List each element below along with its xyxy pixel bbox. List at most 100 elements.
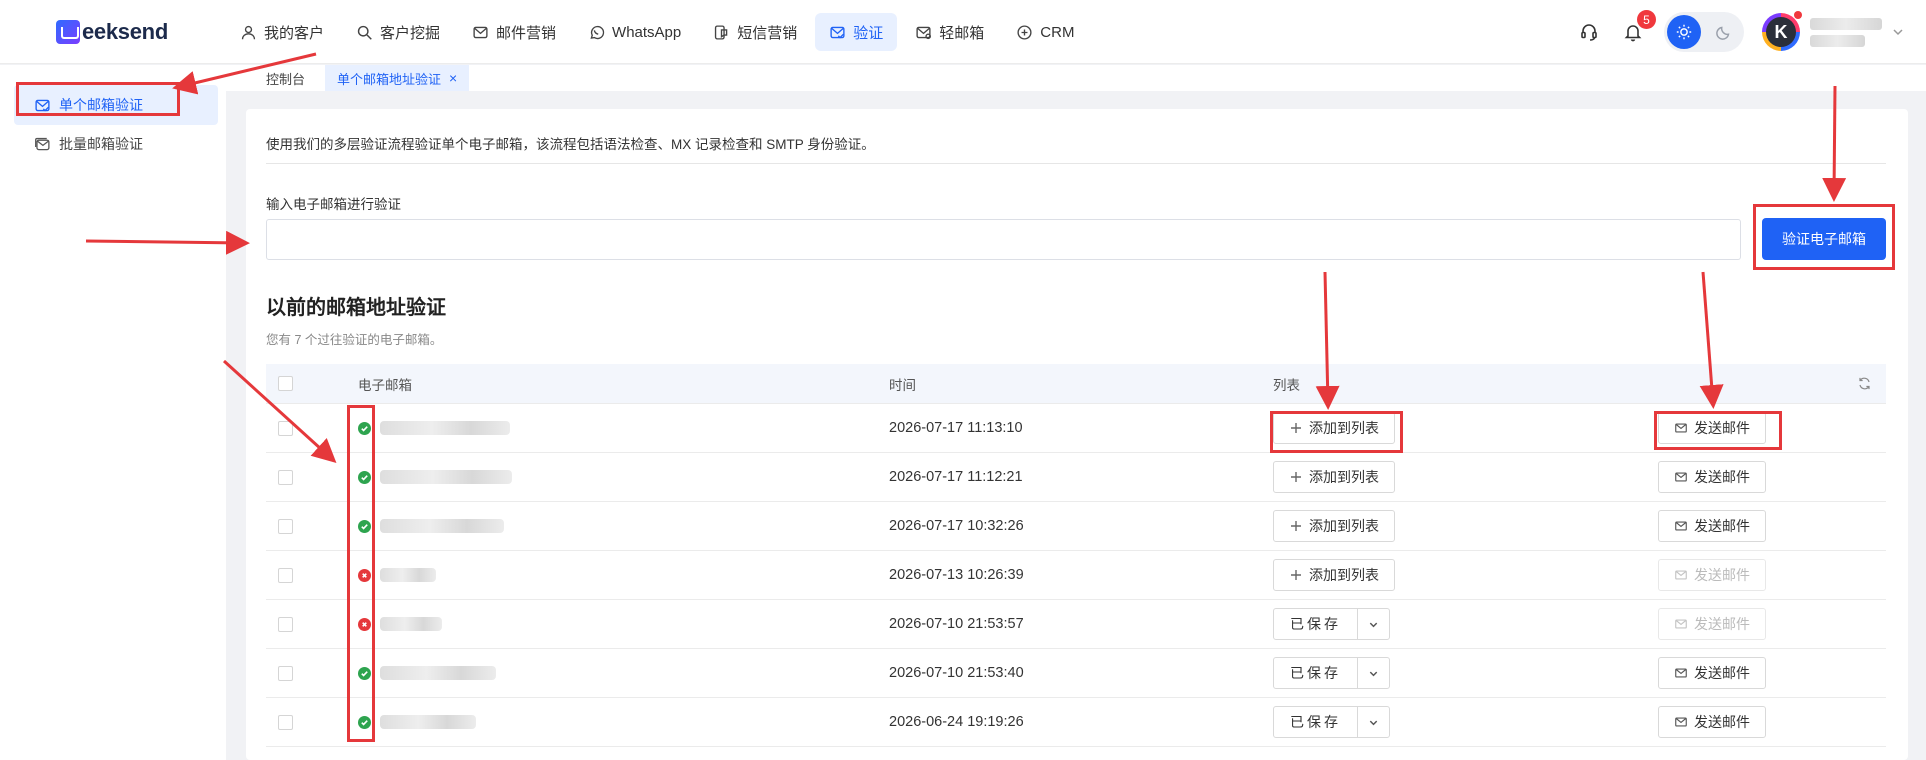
table-row: 2026-07-17 11:12:21 添加到列表 发送邮件	[266, 453, 1886, 502]
row-checkbox[interactable]	[278, 714, 293, 730]
add-to-list-button[interactable]: 添加到列表	[1273, 559, 1395, 591]
nav-item-my-customers[interactable]: 我的客户	[226, 13, 338, 51]
verify-email-button[interactable]: 验证电子邮箱	[1762, 218, 1886, 260]
nav-label: 客户挖掘	[380, 24, 441, 42]
whatsapp-icon	[590, 25, 605, 39]
customer-service-icon[interactable]	[1576, 19, 1602, 45]
envelope-icon	[1675, 717, 1687, 727]
main-card: 使用我们的多层验证流程验证单个电子邮箱，该流程包括语法检查、MX 记录检查和 S…	[246, 109, 1908, 760]
send-email-label: 发送邮件	[1694, 665, 1750, 681]
table-header: 电子邮箱 时间 列表	[266, 364, 1886, 404]
nav-label: 验证	[853, 24, 884, 42]
send-email-button[interactable]: 发送邮件	[1658, 461, 1766, 493]
nav-label: 轻邮箱	[939, 24, 985, 42]
send-email-button[interactable]: 发送邮件	[1658, 657, 1766, 689]
saved-button[interactable]: 已保存	[1274, 658, 1357, 688]
plus-icon	[1291, 521, 1301, 531]
chevron-down-icon[interactable]	[1357, 609, 1389, 639]
tab-label: 控制台	[266, 71, 306, 87]
envelope-icon	[1675, 472, 1687, 482]
valid-check-icon	[358, 715, 371, 729]
table-row: 2026-06-24 19:19:26 已保存 发送邮件	[266, 698, 1886, 747]
column-header-time: 时间	[889, 377, 916, 393]
theme-toggle[interactable]	[1664, 12, 1744, 52]
send-email-button[interactable]: 发送邮件	[1658, 559, 1766, 591]
nav-item-light-mailbox[interactable]: 轻邮箱	[901, 13, 998, 51]
plus-icon	[1291, 472, 1301, 482]
table-row: 2026-07-17 11:13:10 添加到列表 发送邮件	[266, 404, 1886, 453]
envelope-icon	[1675, 570, 1687, 580]
moon-icon[interactable]	[1707, 15, 1741, 49]
table-row: 2026-07-13 10:26:39 添加到列表 发送邮件	[266, 551, 1886, 600]
add-to-list-button[interactable]: 添加到列表	[1273, 412, 1395, 444]
tab-single-email-verify[interactable]: 单个邮箱地址验证 ×	[325, 65, 470, 91]
row-checkbox[interactable]	[278, 420, 293, 436]
nav-item-email-marketing[interactable]: 邮件营销	[458, 13, 570, 51]
verify-time: 2026-07-17 10:32:26	[889, 518, 1024, 534]
add-to-list-label: 添加到列表	[1309, 518, 1379, 534]
sidebar-item-label: 单个邮箱验证	[59, 97, 143, 113]
blurred-email	[380, 715, 476, 729]
add-to-list-label: 添加到列表	[1309, 469, 1379, 485]
row-checkbox[interactable]	[278, 518, 293, 534]
row-checkbox[interactable]	[278, 567, 293, 583]
nav-label: 邮件营销	[496, 24, 557, 42]
nav-item-prospecting[interactable]: 客户挖掘	[342, 13, 454, 51]
avatar-initial: K	[1766, 17, 1796, 47]
chevron-down-icon[interactable]	[1357, 658, 1389, 688]
email-input[interactable]	[266, 219, 1741, 260]
sun-icon[interactable]	[1667, 15, 1701, 49]
row-checkbox[interactable]	[278, 665, 293, 681]
blurred-email	[380, 519, 504, 533]
envelope-icon	[1675, 423, 1687, 433]
user-menu[interactable]: K	[1762, 11, 1904, 51]
verify-time: 2026-07-10 21:53:40	[889, 665, 1024, 681]
light-mail-icon	[916, 26, 932, 39]
row-checkbox[interactable]	[278, 469, 293, 485]
verify-time: 2026-07-17 11:12:21	[889, 469, 1023, 485]
send-email-button[interactable]: 发送邮件	[1658, 412, 1766, 444]
send-email-button[interactable]: 发送邮件	[1658, 510, 1766, 542]
sms-icon	[715, 24, 728, 40]
tab-label: 单个邮箱地址验证	[337, 71, 442, 87]
avatar[interactable]: K	[1762, 13, 1800, 51]
nav-label: CRM	[1040, 23, 1075, 41]
notification-bell-icon[interactable]: 5	[1620, 10, 1656, 45]
envelope-icon	[1675, 521, 1687, 531]
verify-time: 2026-07-13 10:26:39	[889, 567, 1024, 583]
row-checkbox[interactable]	[278, 616, 293, 632]
saved-split-button: 已保存	[1273, 608, 1390, 640]
sidebar-item-single-verify[interactable]: 单个邮箱验证	[14, 85, 218, 125]
send-email-button[interactable]: 发送邮件	[1658, 706, 1766, 738]
tab-dashboard[interactable]: 控制台	[254, 65, 317, 91]
nav-item-sms-marketing[interactable]: 短信营销	[699, 13, 811, 51]
sidebar-item-bulk-verify[interactable]: 批量邮箱验证	[14, 124, 218, 164]
bulk-mail-icon	[35, 137, 50, 150]
chevron-down-icon[interactable]	[1357, 707, 1389, 737]
saved-button[interactable]: 已保存	[1274, 609, 1357, 639]
table-row: 2026-07-10 21:53:40 已保存 发送邮件	[266, 649, 1886, 698]
refresh-icon[interactable]	[1857, 364, 1872, 403]
add-to-list-button[interactable]: 添加到列表	[1273, 461, 1395, 493]
select-all-checkbox[interactable]	[278, 376, 293, 391]
send-email-button[interactable]: 发送邮件	[1658, 608, 1766, 640]
nav-item-whatsapp[interactable]: WhatsApp	[574, 13, 695, 51]
nav-item-crm[interactable]: CRM	[1002, 13, 1088, 51]
close-icon[interactable]: ×	[449, 70, 457, 86]
nav-item-verification[interactable]: 验证	[815, 13, 898, 51]
saved-button[interactable]: 已保存	[1274, 707, 1357, 737]
blurred-username	[1810, 17, 1882, 47]
geeksend-logo[interactable]: eeksend	[56, 18, 168, 46]
email-input-label: 输入电子邮箱进行验证	[266, 197, 401, 212]
logo-mark-icon	[56, 20, 80, 44]
divider	[266, 163, 1886, 164]
history-title: 以前的邮箱地址验证	[266, 297, 446, 319]
valid-check-icon	[358, 519, 371, 533]
send-email-label: 发送邮件	[1694, 714, 1750, 730]
logo-text: eeksend	[82, 19, 168, 44]
verify-time: 2026-07-10 21:53:57	[889, 616, 1024, 632]
mail-icon	[473, 26, 488, 38]
column-header-list: 列表	[1273, 377, 1300, 393]
add-to-list-button[interactable]: 添加到列表	[1273, 510, 1395, 542]
nav-label: 短信营销	[737, 24, 798, 42]
